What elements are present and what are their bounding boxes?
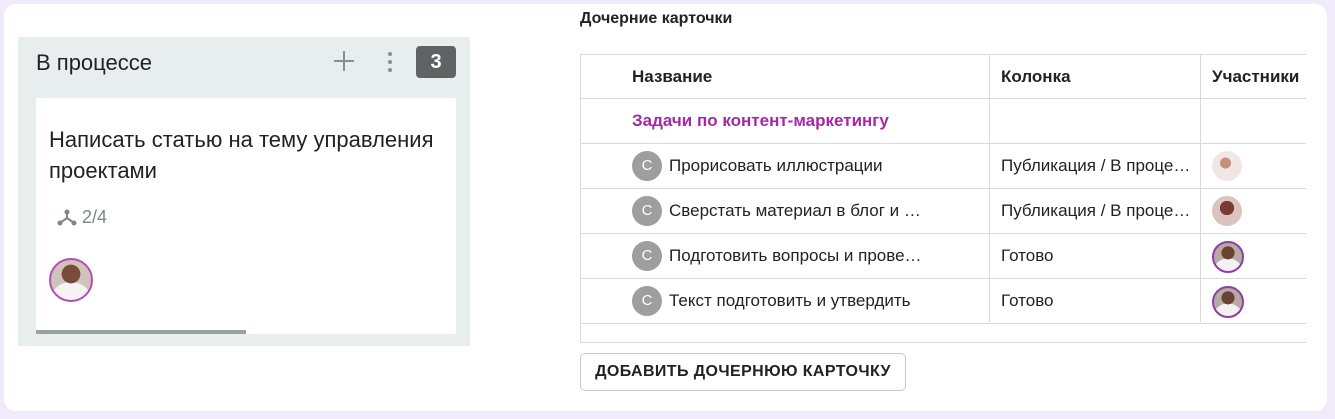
add-child-card-button[interactable]: ДОБАВИТЬ ДОЧЕРНЮЮ КАРТОЧКУ [580,353,906,391]
row-name[interactable]: Текст подготовить и утвердить [669,279,969,323]
row-name[interactable]: Подготовить вопросы и прове… [669,234,969,278]
avatar[interactable] [1212,196,1242,226]
avatar[interactable] [1212,286,1244,318]
group-name[interactable]: Задачи по контент-маркетингу [632,99,982,143]
subtasks-icon [57,209,77,226]
card-count-badge: 3 [416,46,456,78]
column-title: В процессе [36,50,152,75]
group-row[interactable]: Задачи по контент-маркетингу [581,99,1306,144]
table-row[interactable]: С Сверстать материал в блог и … Публикац… [581,189,1306,234]
kanban-column: В процессе 3 Написать статью на тему упр… [18,37,470,346]
table-row[interactable]: С Подготовить вопросы и прове… Готово [581,234,1306,279]
row-column: Готово [1001,246,1054,265]
row-name[interactable]: Прорисовать иллюстрации [669,144,969,188]
subtasks-count: 2/4 [82,206,108,227]
card-type-badge: С [632,196,662,226]
avatar[interactable] [49,258,93,302]
section-title: Дочерние карточки [580,10,733,27]
card-type-badge: С [632,286,662,316]
task-card[interactable]: Написать статью на тему управления проек… [36,98,456,334]
card-type-badge: С [632,241,662,271]
row-column: Публикация / В процессе [1001,201,1197,220]
header-column[interactable]: Колонка [1001,55,1071,98]
avatar[interactable] [1212,241,1244,273]
more-vertical-icon[interactable] [384,50,396,74]
card-progress-bar [36,330,246,334]
header-name[interactable]: Название [632,55,712,98]
child-cards-table: Название Колонка Участники Задачи по кон… [580,54,1306,343]
card-title: Написать статью на тему управления проек… [49,127,434,183]
row-name[interactable]: Сверстать материал в блог и … [669,189,969,233]
card-type-badge: С [632,151,662,181]
table-row[interactable]: С Текст подготовить и утвердить Готово [581,279,1306,324]
subtasks-indicator: 2/4 [56,206,107,228]
table-header: Название Колонка Участники [581,55,1306,99]
avatar[interactable] [1212,151,1242,181]
row-column: Публикация / В процессе [1001,156,1197,175]
header-participants[interactable]: Участники [1212,55,1299,98]
table-row[interactable]: С Прорисовать иллюстрации Публикация / В… [581,144,1306,189]
plus-icon[interactable] [331,48,357,74]
row-column: Готово [1001,291,1054,310]
